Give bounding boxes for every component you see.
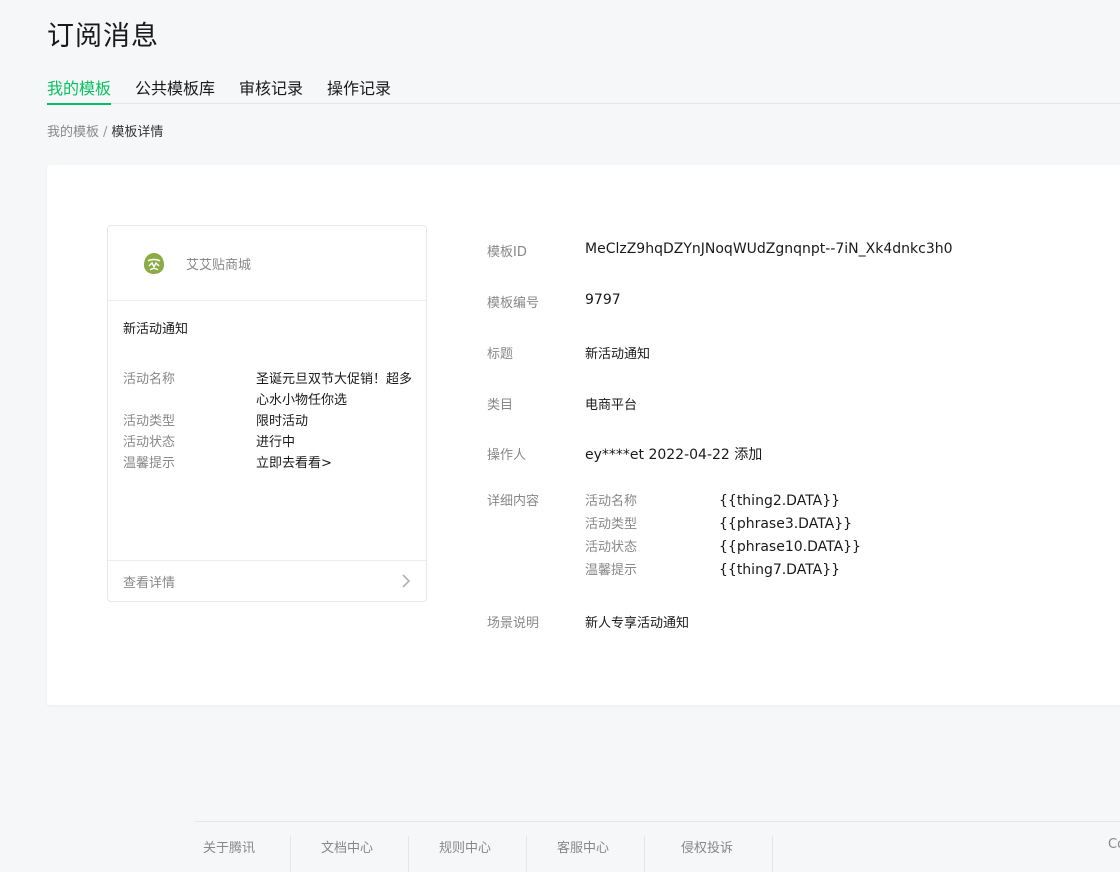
info-label: 模板编号 bbox=[487, 296, 540, 311]
detail-key: 活动名称 bbox=[585, 494, 638, 509]
leaf-logo-icon bbox=[140, 249, 168, 277]
detail-item: 活动状态 {{phrase10.DATA}} bbox=[585, 536, 861, 559]
detail-key: 活动类型 bbox=[585, 517, 638, 532]
detail-value: {{phrase3.DATA}} bbox=[719, 516, 853, 532]
preview-fields: 活动名称 圣诞元旦双节大促销！超多心水小物任你选 活动类型 限时活动 活动状态 … bbox=[123, 369, 413, 474]
breadcrumb-separator: / bbox=[103, 125, 108, 140]
message-title: 新活动通知 bbox=[123, 322, 189, 337]
breadcrumb: 我的模板 / 模板详情 bbox=[47, 121, 163, 140]
tab-operation-records[interactable]: 操作记录 bbox=[327, 75, 391, 104]
info-label: 场景说明 bbox=[487, 616, 540, 631]
template-detail-card: 艾艾贴商城 新活动通知 活动名称 圣诞元旦双节大促销！超多心水小物任你选 活动类… bbox=[47, 165, 1120, 705]
info-row-details: 详细内容 活动名称 {{thing2.DATA}} 活动类型 {{phrase3… bbox=[487, 490, 861, 582]
title-value: 新活动通知 bbox=[585, 347, 651, 362]
detail-item: 温馨提示 {{thing7.DATA}} bbox=[585, 559, 861, 582]
info-row-category: 类目 电商平台 bbox=[487, 394, 637, 413]
page-title: 订阅消息 bbox=[47, 21, 159, 52]
info-row-operator: 操作人 ey****et 2022-04-22 添加 bbox=[487, 444, 762, 464]
info-label: 类目 bbox=[487, 398, 514, 413]
preview-field: 温馨提示 立即去看看> bbox=[123, 453, 413, 474]
footer-divider bbox=[408, 836, 409, 872]
scene-value: 新人专享活动通知 bbox=[585, 616, 690, 631]
preview-field-key: 活动类型 bbox=[123, 414, 176, 429]
detail-value: {{thing7.DATA}} bbox=[719, 562, 841, 578]
preview-field: 活动类型 限时活动 bbox=[123, 411, 413, 432]
preview-field-value: 圣诞元旦双节大促销！超多心水小物任你选 bbox=[256, 372, 413, 408]
preview-header: 艾艾贴商城 bbox=[108, 226, 426, 301]
info-row-title: 标题 新活动通知 bbox=[487, 343, 650, 362]
footer-copyright: Co bbox=[1108, 837, 1120, 852]
footer-link-infringement[interactable]: 侵权投诉 bbox=[681, 837, 733, 856]
template-id-value: MeClzZ9hqDZYnJNoqWUdZgnqnpt--7iN_Xk4dnkc… bbox=[585, 241, 953, 257]
detail-item: 活动类型 {{phrase3.DATA}} bbox=[585, 513, 861, 536]
preview-field-key: 活动名称 bbox=[123, 372, 176, 387]
footer-divider bbox=[772, 836, 773, 872]
info-label: 标题 bbox=[487, 347, 514, 362]
detail-key: 温馨提示 bbox=[585, 563, 638, 578]
tab-public-library[interactable]: 公共模板库 bbox=[135, 75, 215, 104]
footer-link-docs[interactable]: 文档中心 bbox=[321, 837, 373, 856]
page-footer: 关于腾讯 文档中心 规则中心 客服中心 侵权投诉 Co bbox=[195, 821, 1120, 872]
info-row-template-id: 模板ID MeClzZ9hqDZYnJNoqWUdZgnqnpt--7iN_Xk… bbox=[487, 241, 953, 260]
tab-review-records[interactable]: 审核记录 bbox=[239, 75, 303, 104]
footer-link-about[interactable]: 关于腾讯 bbox=[203, 837, 255, 856]
breadcrumb-parent-link[interactable]: 我的模板 bbox=[47, 125, 99, 140]
shop-name: 艾艾贴商城 bbox=[186, 257, 252, 273]
footer-divider bbox=[644, 836, 645, 872]
detail-item: 活动名称 {{thing2.DATA}} bbox=[585, 490, 861, 513]
detail-list: 活动名称 {{thing2.DATA}} 活动类型 {{phrase3.DATA… bbox=[585, 490, 861, 582]
message-preview: 艾艾贴商城 新活动通知 活动名称 圣诞元旦双节大促销！超多心水小物任你选 活动类… bbox=[107, 225, 427, 602]
preview-field-key: 温馨提示 bbox=[123, 456, 176, 471]
preview-field-value: 进行中 bbox=[256, 435, 296, 450]
template-no-value: 9797 bbox=[585, 292, 621, 308]
view-details-link[interactable]: 查看详情 bbox=[108, 560, 426, 601]
footer-link-support[interactable]: 客服中心 bbox=[557, 837, 609, 856]
preview-field-value: 限时活动 bbox=[256, 414, 309, 429]
breadcrumb-current: 模板详情 bbox=[111, 125, 164, 140]
category-value: 电商平台 bbox=[585, 398, 638, 413]
detail-value: {{phrase10.DATA}} bbox=[719, 539, 861, 555]
chevron-right-icon bbox=[402, 574, 411, 588]
footer-link-rules[interactable]: 规则中心 bbox=[439, 837, 491, 856]
tab-bar: 我的模板 公共模板库 审核记录 操作记录 bbox=[47, 73, 1120, 105]
footer-divider bbox=[290, 836, 291, 872]
footer-divider bbox=[526, 836, 527, 872]
info-label: 详细内容 bbox=[487, 494, 540, 509]
info-row-template-no: 模板编号 9797 bbox=[487, 292, 621, 311]
preview-field: 活动名称 圣诞元旦双节大促销！超多心水小物任你选 bbox=[123, 369, 413, 411]
info-label: 操作人 bbox=[487, 448, 527, 463]
operator-value: ey****et 2022-04-22 添加 bbox=[585, 447, 763, 463]
tab-my-templates[interactable]: 我的模板 bbox=[47, 75, 112, 105]
detail-value: {{thing2.DATA}} bbox=[719, 493, 841, 509]
info-label: 模板ID bbox=[487, 245, 527, 260]
preview-field-value: 立即去看看> bbox=[256, 456, 332, 471]
preview-field-key: 活动状态 bbox=[123, 435, 176, 450]
info-row-scene: 场景说明 新人专享活动通知 bbox=[487, 612, 689, 631]
view-details-label: 查看详情 bbox=[123, 575, 176, 591]
preview-field: 活动状态 进行中 bbox=[123, 432, 413, 453]
detail-key: 活动状态 bbox=[585, 540, 638, 555]
